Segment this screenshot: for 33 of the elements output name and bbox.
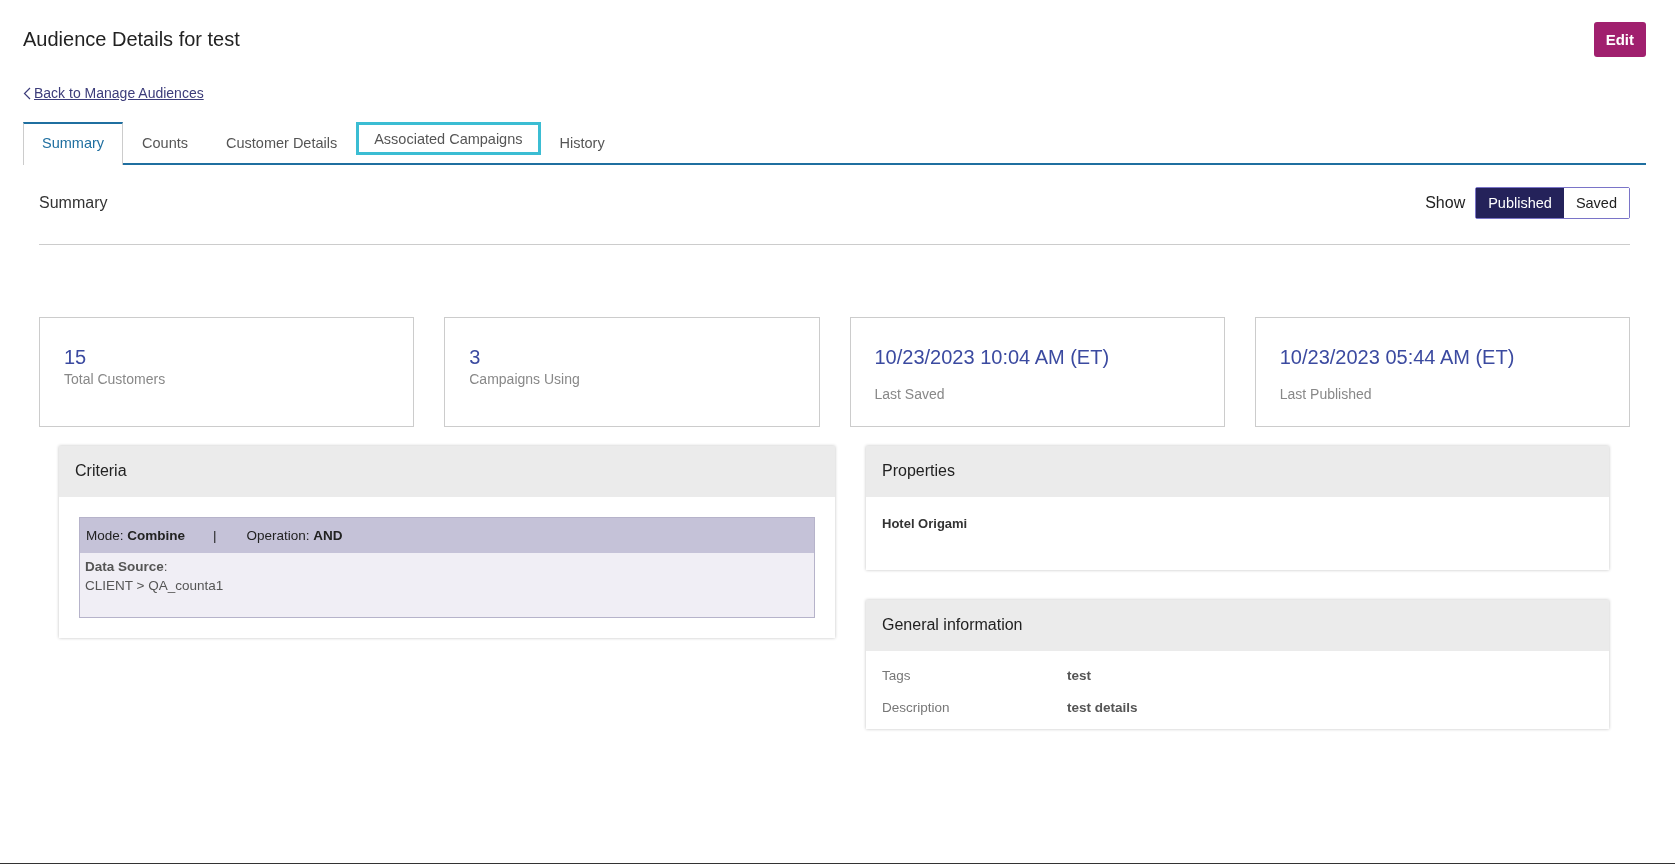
stat-value: 10/23/2023 05:44 AM (ET)	[1279, 345, 1516, 369]
back-link[interactable]: Back to Manage Audiences	[23, 85, 204, 101]
edit-button[interactable]: Edit	[1593, 22, 1646, 57]
tab[interactable]: Counts	[123, 121, 207, 163]
toggle-option[interactable]: Published	[1476, 187, 1564, 218]
tab[interactable]: History	[540, 121, 624, 163]
chevron-left-icon	[23, 86, 31, 100]
panel-title: Properties	[882, 462, 955, 480]
stat-label: Total Customers	[64, 370, 167, 387]
property-name: Hotel Origami	[882, 515, 969, 531]
show-label: Show	[1425, 193, 1466, 212]
page-title: Audience Details for test	[23, 28, 240, 51]
panel-title: Criteria	[75, 462, 127, 480]
stat-value: 3	[469, 345, 482, 369]
separator-text: |	[213, 527, 217, 543]
stat-label: Last Published	[1279, 385, 1373, 402]
data-source-label: Data Source:	[85, 558, 169, 574]
tab[interactable]: Associated Campaigns	[356, 121, 541, 155]
stat-value: 10/23/2023 10:04 AM (ET)	[874, 345, 1111, 369]
data-source-value: CLIENT > QA_counta1	[85, 577, 225, 593]
info-value: test details	[1067, 700, 1139, 717]
info-label: Tags	[882, 667, 912, 685]
panel-title: General information	[882, 616, 1023, 634]
info-value: test	[1067, 667, 1092, 685]
stat-value: 15	[64, 345, 88, 369]
tab[interactable]: Customer Details	[207, 121, 357, 163]
tab[interactable]: Summary	[23, 121, 124, 165]
stat-label: Last Saved	[874, 385, 946, 402]
section-title: Summary	[39, 193, 108, 212]
stat-label: Campaigns Using	[469, 370, 581, 387]
operation-text: Operation: AND	[246, 527, 343, 543]
mode-text: Mode: Combine	[86, 527, 186, 543]
info-label: Description	[882, 700, 951, 717]
